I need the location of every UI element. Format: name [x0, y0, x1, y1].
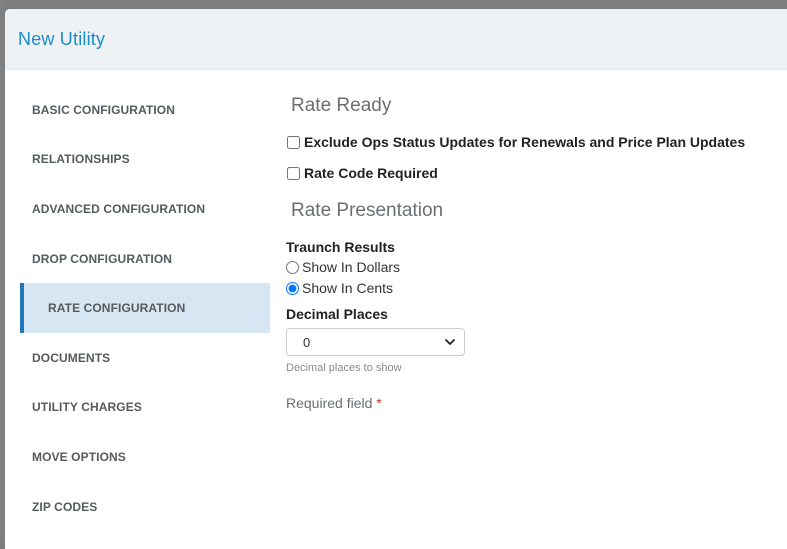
- rate-ready-heading: Rate Ready: [291, 95, 392, 116]
- sidebar-item-drop-configuration[interactable]: DROP CONFIGURATION: [20, 234, 270, 284]
- traunch-results-label: Traunch Results: [286, 239, 395, 255]
- rate-configuration-panel: Rate Ready Exclude Ops Status Updates fo…: [286, 85, 786, 411]
- sidebar-item-zip-codes[interactable]: ZIP CODES: [20, 482, 270, 532]
- decimal-places-label: Decimal Places: [286, 306, 388, 322]
- sidebar-item-documents[interactable]: DOCUMENTS: [20, 333, 270, 383]
- show-in-dollars-radio[interactable]: [286, 260, 299, 274]
- modal-header: New Utility: [5, 9, 787, 70]
- required-field-note: Required field *: [286, 395, 786, 411]
- show-in-dollars-label: Show In Dollars: [302, 259, 401, 275]
- rate-presentation-heading: Rate Presentation: [291, 200, 444, 221]
- rate-code-label: Rate Code Required: [304, 165, 438, 181]
- sidebar-item-advanced-configuration[interactable]: ADVANCED CONFIGURATION: [20, 184, 270, 234]
- show-in-dollars-row[interactable]: Show In Dollars: [286, 258, 786, 276]
- sidebar-item-move-options[interactable]: MOVE OPTIONS: [20, 432, 270, 482]
- decimal-places-help: Decimal places to show: [286, 362, 402, 374]
- show-in-cents-label: Show In Cents: [302, 280, 394, 296]
- decimal-places-value: 0: [303, 334, 311, 350]
- sidebar-item-rate-configuration[interactable]: RATE CONFIGURATION: [20, 283, 270, 333]
- chevron-down-icon: [445, 339, 455, 345]
- sidebar-item-utility-charges[interactable]: UTILITY CHARGES: [20, 383, 270, 433]
- sidebar-item-basic-configuration[interactable]: BASIC CONFIGURATION: [20, 85, 270, 135]
- rate-code-checkbox[interactable]: [287, 166, 300, 180]
- required-field-label: Required field: [286, 395, 373, 411]
- decimal-places-select[interactable]: 0: [286, 328, 465, 356]
- required-star: *: [376, 395, 382, 411]
- new-utility-modal: New Utility BASIC CONFIGURATION RELATION…: [5, 9, 787, 549]
- config-sidebar: BASIC CONFIGURATION RELATIONSHIPS ADVANC…: [20, 85, 270, 531]
- modal-title: New Utility: [18, 28, 106, 49]
- rate-code-row[interactable]: Rate Code Required: [286, 164, 786, 182]
- sidebar-item-relationships[interactable]: RELATIONSHIPS: [20, 135, 270, 185]
- exclude-ops-row[interactable]: Exclude Ops Status Updates for Renewals …: [286, 133, 786, 151]
- show-in-cents-row[interactable]: Show In Cents: [286, 279, 786, 297]
- exclude-ops-checkbox[interactable]: [287, 135, 300, 149]
- exclude-ops-label: Exclude Ops Status Updates for Renewals …: [304, 134, 746, 150]
- show-in-cents-radio[interactable]: [286, 281, 299, 295]
